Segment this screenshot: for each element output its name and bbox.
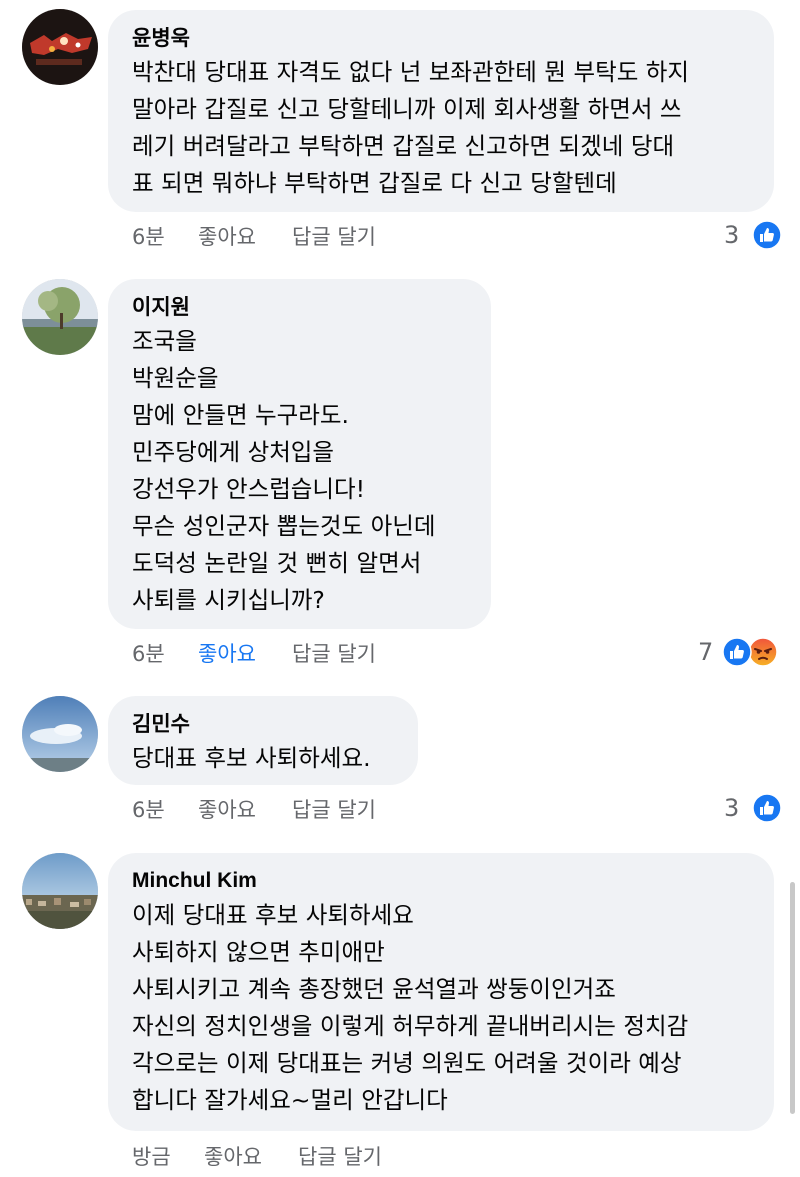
comment-bubble: 윤병욱 박찬대 당대표 자격도 없다 넌 보좌관한테 뭔 부탁도 하지 말아라 … (108, 10, 774, 212)
like-icon (722, 637, 752, 667)
comment-text-line: 이제 당대표 후보 사퇴하세요 (132, 901, 414, 929)
avatar[interactable] (22, 9, 98, 85)
like-button[interactable]: 좋아요 (198, 222, 256, 252)
avatar[interactable] (22, 853, 98, 929)
like-button[interactable]: 좋아요 (204, 1142, 262, 1172)
scrollbar-thumb[interactable] (790, 882, 795, 1114)
comment-text-line: 맘에 안들면 누구라도. (132, 401, 349, 429)
reaction-summary[interactable]: 3 (724, 219, 784, 251)
comment-text-line: 박찬대 당대표 자격도 없다 넌 보좌관한테 뭔 부탁도 하지 (132, 58, 690, 86)
comment-text-line: 말아라 갑질로 신고 당할테니까 이제 회사생활 하면서 쓰 (132, 95, 682, 123)
comment-text-line: 합니다 잘가세요~멀리 안갑니다 (132, 1086, 448, 1114)
comment-bubble: 김민수 당대표 후보 사퇴하세요. (108, 696, 418, 785)
comment-text-line: 당대표 후보 사퇴하세요. (132, 744, 371, 772)
reply-button[interactable]: 답글 달기 (298, 1142, 382, 1172)
comment-bubble: Minchul Kim 이제 당대표 후보 사퇴하세요 사퇴하지 않으면 추미애… (108, 853, 774, 1131)
comment-text-line: 조국을 (132, 327, 197, 355)
comment-text-line: 무슨 성인군자 뽑는것도 아닌데 (132, 512, 436, 540)
avatar[interactable] (22, 696, 98, 772)
comment-text-line: 사퇴하지 않으면 추미애만 (132, 938, 385, 966)
reaction-count: 3 (724, 221, 740, 249)
comment-text-line: 박원순을 (132, 364, 219, 392)
comment-text-line: 표 되면 뭐하냐 부탁하면 갑질로 다 신고 당할텐데 (132, 169, 617, 197)
comment-author[interactable]: 이지원 (132, 293, 467, 321)
comment-text-line: 사퇴를 시키십니까? (132, 586, 325, 614)
comment-text-line: 레기 버려달라고 부탁하면 갑질로 신고하면 되겠네 당대 (132, 132, 675, 160)
comment-time[interactable]: 6분 (132, 222, 165, 252)
comment-text-line: 민주당에게 상처입을 (132, 438, 335, 466)
like-button-active[interactable]: 좋아요 (198, 639, 256, 669)
reaction-summary[interactable]: 7 (698, 636, 784, 668)
comment-author[interactable]: 김민수 (132, 710, 394, 738)
reply-button[interactable]: 답글 달기 (292, 795, 376, 825)
angry-icon (748, 637, 778, 667)
comment-text-line: 각으로는 이제 당대표는 커녕 의원도 어려울 것이라 예상 (132, 1049, 682, 1077)
comment-text-line: 강선우가 안스럽습니다! (132, 475, 366, 503)
comment-text-line: 자신의 정치인생을 이렇게 허무하게 끝내버리시는 정치감 (132, 1012, 689, 1040)
comment-time[interactable]: 6분 (132, 795, 165, 825)
like-icon (752, 793, 782, 823)
reaction-summary[interactable]: 3 (724, 792, 784, 824)
comment-author[interactable]: Minchul Kim (132, 867, 750, 895)
reaction-count: 7 (698, 638, 714, 666)
like-icon (752, 220, 782, 250)
avatar[interactable] (22, 279, 98, 355)
comment-author[interactable]: 윤병욱 (132, 24, 750, 52)
comment-text-line: 사퇴시키고 계속 총장했던 윤석열과 쌍둥이인거죠 (132, 975, 616, 1003)
comment-time[interactable]: 방금 (132, 1142, 171, 1172)
like-button[interactable]: 좋아요 (198, 795, 256, 825)
reply-button[interactable]: 답글 달기 (292, 639, 376, 669)
comment-time[interactable]: 6분 (132, 639, 165, 669)
comment-bubble: 이지원 조국을 박원순을 맘에 안들면 누구라도. 민주당에게 상처입을 강선우… (108, 279, 491, 629)
reaction-count: 3 (724, 794, 740, 822)
reply-button[interactable]: 답글 달기 (292, 222, 376, 252)
comment-text-line: 도덕성 논란일 것 뻔히 알면서 (132, 549, 422, 577)
